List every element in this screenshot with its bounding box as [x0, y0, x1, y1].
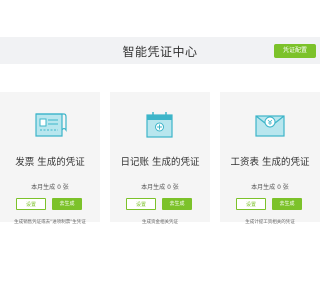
header-bar: 智能凭证中心 凭证配置: [0, 37, 320, 64]
salary-generate-button[interactable]: 去生成: [272, 198, 302, 210]
card-title: 工资表 生成的凭证: [230, 157, 310, 168]
invoice-settings-button[interactable]: 设置: [16, 198, 46, 210]
journal-card-note: 生成资金相关凭证: [142, 220, 178, 225]
salary-card-note: 生成计提工资相关的凭证: [245, 220, 295, 225]
invoice-icon: [35, 113, 67, 137]
journal-voucher-card: 日记账 生成的凭证 本月生成 0 张 设置 去生成: [110, 92, 210, 222]
invoice-generate-button[interactable]: 去生成: [52, 198, 82, 210]
monthly-count: 本月生成 0 张: [31, 184, 69, 191]
page-title: 智能凭证中心: [122, 45, 198, 59]
card-title: 发票 生成的凭证: [15, 157, 85, 168]
salary-settings-button[interactable]: 设置: [236, 198, 266, 210]
journal-settings-button[interactable]: 设置: [126, 198, 156, 210]
salary-envelope-icon: [255, 115, 285, 137]
journal-generate-button[interactable]: 去生成: [162, 198, 192, 210]
journal-calendar-icon: [146, 112, 173, 138]
monthly-count: 本月生成 0 张: [251, 184, 289, 191]
invoice-card-note: 生成销售凭证或去"进项制票"生凭证: [14, 220, 86, 225]
monthly-count: 本月生成 0 张: [141, 184, 179, 191]
salary-voucher-card: 工资表 生成的凭证 本月生成 0 张 设置 去生成: [220, 92, 320, 222]
card-title: 日记账 生成的凭证: [120, 157, 200, 168]
invoice-voucher-card: 发票 生成的凭证 本月生成 0 张 设置 去生成: [0, 92, 100, 222]
voucher-settings-button[interactable]: 凭证配置: [274, 44, 316, 58]
